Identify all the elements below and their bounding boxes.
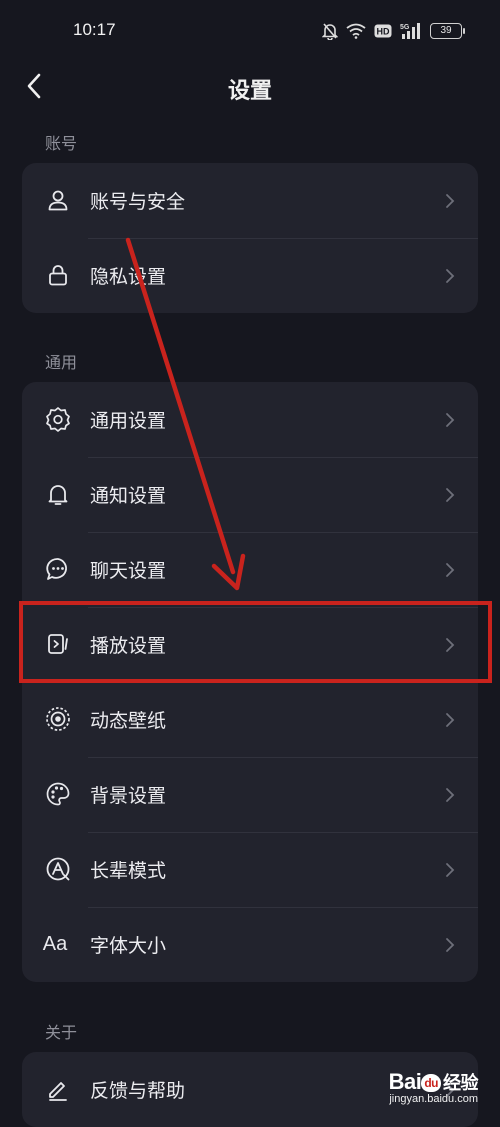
mute-bell-icon [322,23,338,40]
chevron-right-icon [446,938,455,952]
font-size-icon: Aa [42,932,68,955]
chat-bubble-icon [45,556,71,582]
settings-item-label: 账号与安全 [90,191,186,213]
chevron-right-icon [446,488,455,502]
settings-item-label: 长辈模式 [90,860,167,882]
chevron-right-icon [446,713,455,727]
settings-item-background[interactable]: 背景设置 [22,757,478,832]
settings-item-chat[interactable]: 聊天设置 [22,532,478,607]
chevron-right-icon [446,863,455,877]
section-label-account: 账号 [45,134,78,153]
svg-text:HD: HD [377,27,390,37]
cellular-signal-icon: 5G [400,23,420,39]
watermark-url: jingyan.baidu.com [389,1093,478,1105]
lock-icon [45,262,71,288]
palette-icon [45,781,71,807]
svg-text:5G: 5G [400,24,410,31]
settings-item-live-wallpaper[interactable]: 动态壁纸 [22,682,478,757]
wifi-icon [346,23,366,39]
settings-item-label: 反馈与帮助 [90,1080,186,1102]
hd-icon: HD [374,24,392,38]
settings-item-label: 字体大小 [90,935,167,957]
pencil-icon [45,1076,71,1102]
settings-item-elder-mode[interactable]: 长辈模式 [22,832,478,907]
settings-item-notification[interactable]: 通知设置 [22,457,478,532]
settings-item-label: 通用设置 [90,410,167,432]
settings-item-account-security[interactable]: 账号与安全 [22,163,478,238]
group-account: 账号与安全 隐私设置 [22,163,478,313]
bell-icon [45,481,71,507]
chevron-right-icon [446,563,455,577]
header: 设置 [0,62,500,112]
settings-item-label: 隐私设置 [90,266,167,288]
paw-icon: du [421,1074,441,1093]
elder-mode-icon [45,856,71,882]
status-icons: HD 5G 39 [322,20,465,42]
annotation-highlight-box [19,601,492,683]
user-icon [45,187,71,213]
battery-indicator: 39 [430,23,465,39]
section-label-about: 关于 [45,1023,78,1042]
page-title: 设置 [227,79,272,104]
status-time: 10:17 [73,20,116,39]
chevron-right-icon [446,413,455,427]
status-bar: 10:17 HD 5G 39 [0,0,500,62]
chevron-right-icon [446,788,455,802]
section-label-general: 通用 [45,353,78,372]
settings-item-label: 通知设置 [90,485,167,507]
baidu-jingyan-watermark: Bai du 经验 jingyan.baidu.com [388,1069,479,1105]
gear-icon [45,406,71,432]
settings-item-label: 背景设置 [90,785,167,807]
settings-item-general[interactable]: 通用设置 [22,382,478,457]
wallpaper-icon [45,706,71,732]
settings-item-privacy[interactable]: 隐私设置 [22,238,478,313]
settings-item-font-size[interactable]: Aa 字体大小 [22,907,478,982]
watermark-brand: Bai du 经验 [388,1069,479,1094]
settings-item-label: 聊天设置 [90,560,167,582]
chevron-right-icon [446,194,455,208]
settings-item-label: 动态壁纸 [90,710,167,732]
chevron-right-icon [446,269,455,283]
